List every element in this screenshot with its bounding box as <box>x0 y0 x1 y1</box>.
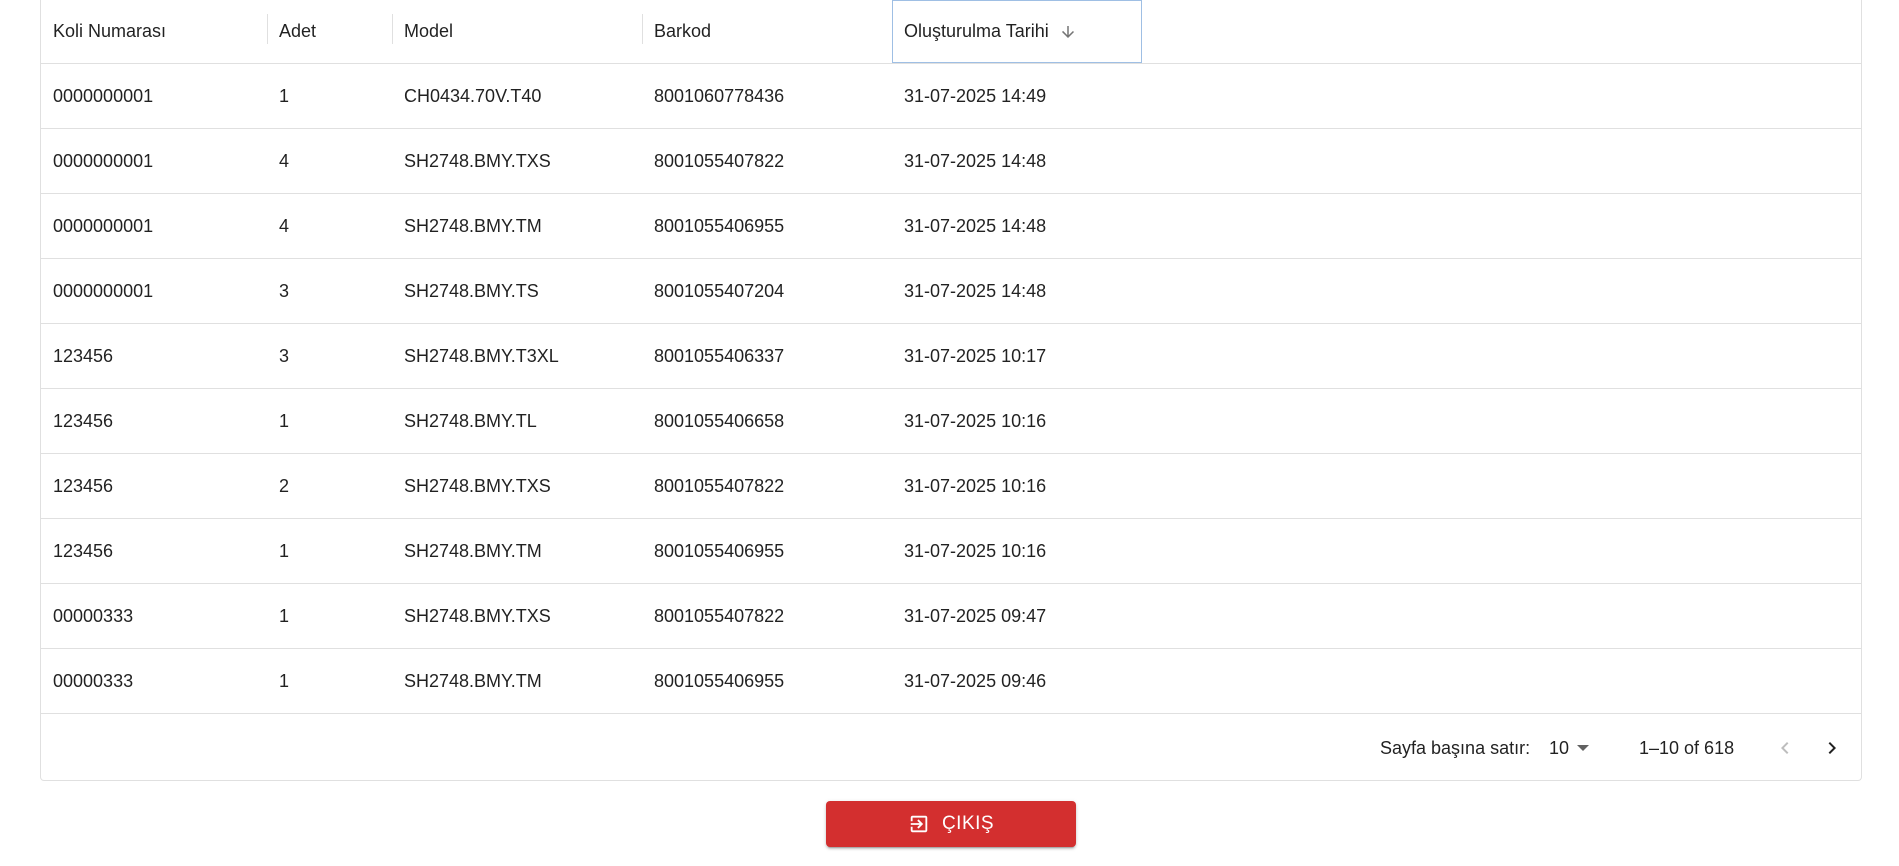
cell-barkod: 8001055406337 <box>654 345 785 366</box>
table-row[interactable]: 0000000001 4 SH2748.BMY.TM 8001055406955… <box>41 194 1861 259</box>
caret-down-icon <box>1577 745 1590 751</box>
previous-page-button[interactable] <box>1765 728 1805 768</box>
table-header: Koli Numarası Adet Model Barkod Oluşturu… <box>41 0 1861 64</box>
cell-koli-numarasi: 123456 <box>53 475 114 496</box>
cell-adet: 1 <box>279 85 290 106</box>
chevron-right-icon <box>1820 736 1844 760</box>
column-header-koli-numarasi[interactable]: Koli Numarası <box>41 0 267 63</box>
data-grid: Koli Numarası Adet Model Barkod Oluşturu… <box>40 0 1862 781</box>
cell-barkod: 8001055406955 <box>654 540 785 561</box>
cell-model: SH2748.BMY.TL <box>404 410 537 431</box>
cell-model: SH2748.BMY.TM <box>404 215 542 236</box>
cell-adet: 3 <box>279 345 290 366</box>
table-row[interactable]: 123456 3 SH2748.BMY.T3XL 8001055406337 3… <box>41 324 1861 389</box>
cell-barkod: 8001055407822 <box>654 475 785 496</box>
exit-button[interactable]: ÇIKIŞ <box>826 801 1076 847</box>
next-page-button[interactable] <box>1812 728 1852 768</box>
cell-olusturulma-tarihi: 31-07-2025 10:16 <box>904 540 1047 561</box>
cell-olusturulma-tarihi: 31-07-2025 14:48 <box>904 280 1047 301</box>
exit-icon <box>908 813 930 835</box>
rows-per-page-select[interactable]: 10 <box>1549 715 1590 780</box>
cell-koli-numarasi: 123456 <box>53 345 114 366</box>
cell-olusturulma-tarihi: 31-07-2025 14:48 <box>904 215 1047 236</box>
cell-model: SH2748.BMY.TM <box>404 670 542 691</box>
cell-olusturulma-tarihi: 31-07-2025 14:48 <box>904 150 1047 171</box>
cell-adet: 4 <box>279 215 290 236</box>
column-header-barkod[interactable]: Barkod <box>642 0 892 63</box>
column-header-label: Adet <box>279 21 317 41</box>
column-header-model[interactable]: Model <box>392 0 642 63</box>
column-header-olusturulma-tarihi[interactable]: Oluşturulma Tarihi <box>892 0 1142 63</box>
table-row[interactable]: 123456 1 SH2748.BMY.TL 8001055406658 31-… <box>41 389 1861 454</box>
rows-per-page-value: 10 <box>1549 737 1570 758</box>
arrow-down-icon[interactable] <box>1059 23 1077 41</box>
rows-per-page-label: Sayfa başına satır: <box>1380 737 1531 758</box>
pagination-range: 1–10 of 618 <box>1639 737 1735 758</box>
cell-adet: 1 <box>279 670 290 691</box>
table-row[interactable]: 00000333 1 SH2748.BMY.TM 8001055406955 3… <box>41 649 1861 714</box>
cell-adet: 4 <box>279 150 290 171</box>
column-header-label: Barkod <box>654 21 712 41</box>
cell-barkod: 8001055407822 <box>654 605 785 626</box>
cell-koli-numarasi: 123456 <box>53 540 114 561</box>
cell-model: SH2748.BMY.T3XL <box>404 345 559 366</box>
column-header-label: Koli Numarası <box>53 21 167 41</box>
cell-olusturulma-tarihi: 31-07-2025 10:16 <box>904 410 1047 431</box>
column-header-label: Model <box>404 21 454 41</box>
cell-barkod: 8001055406658 <box>654 410 785 431</box>
cell-koli-numarasi: 0000000001 <box>53 280 154 301</box>
cell-koli-numarasi: 123456 <box>53 410 114 431</box>
table-row[interactable]: 123456 1 SH2748.BMY.TM 8001055406955 31-… <box>41 519 1861 584</box>
cell-olusturulma-tarihi: 31-07-2025 10:17 <box>904 345 1047 366</box>
cell-barkod: 8001060778436 <box>654 85 785 106</box>
cell-olusturulma-tarihi: 31-07-2025 10:16 <box>904 475 1047 496</box>
cell-model: SH2748.BMY.TM <box>404 540 542 561</box>
cell-koli-numarasi: 00000333 <box>53 605 134 626</box>
cell-model: SH2748.BMY.TXS <box>404 605 551 626</box>
cell-adet: 1 <box>279 540 290 561</box>
table-row[interactable]: 00000333 1 SH2748.BMY.TXS 8001055407822 … <box>41 584 1861 649</box>
pagination-footer: Sayfa başına satır: 10 1–10 of 618 <box>41 715 1861 780</box>
cell-koli-numarasi: 00000333 <box>53 670 134 691</box>
cell-adet: 1 <box>279 410 290 431</box>
cell-koli-numarasi: 0000000001 <box>53 215 154 236</box>
column-header-label: Oluşturulma Tarihi <box>904 21 1049 41</box>
table-row[interactable]: 0000000001 3 SH2748.BMY.TS 8001055407204… <box>41 259 1861 324</box>
cell-adet: 3 <box>279 280 290 301</box>
chevron-left-icon <box>1773 736 1797 760</box>
cell-model: SH2748.BMY.TS <box>404 280 539 301</box>
cell-olusturulma-tarihi: 31-07-2025 14:49 <box>904 85 1047 106</box>
cell-koli-numarasi: 0000000001 <box>53 150 154 171</box>
exit-button-label: ÇIKIŞ <box>941 813 995 834</box>
cell-barkod: 8001055406955 <box>654 670 785 691</box>
cell-koli-numarasi: 0000000001 <box>53 85 154 106</box>
table-row[interactable]: 0000000001 1 CH0434.70V.T40 800106077843… <box>41 64 1861 129</box>
cell-barkod: 8001055406955 <box>654 215 785 236</box>
table-row[interactable]: 0000000001 4 SH2748.BMY.TXS 800105540782… <box>41 129 1861 194</box>
cell-model: SH2748.BMY.TXS <box>404 150 551 171</box>
cell-adet: 2 <box>279 475 290 496</box>
cell-barkod: 8001055407822 <box>654 150 785 171</box>
column-header-adet[interactable]: Adet <box>267 0 392 63</box>
cell-olusturulma-tarihi: 31-07-2025 09:46 <box>904 670 1047 691</box>
cell-adet: 1 <box>279 605 290 626</box>
table-row[interactable]: 123456 2 SH2748.BMY.TXS 8001055407822 31… <box>41 454 1861 519</box>
cell-model: SH2748.BMY.TXS <box>404 475 551 496</box>
cell-olusturulma-tarihi: 31-07-2025 09:47 <box>904 605 1047 626</box>
cell-model: CH0434.70V.T40 <box>404 85 542 106</box>
cell-barkod: 8001055407204 <box>654 280 785 301</box>
